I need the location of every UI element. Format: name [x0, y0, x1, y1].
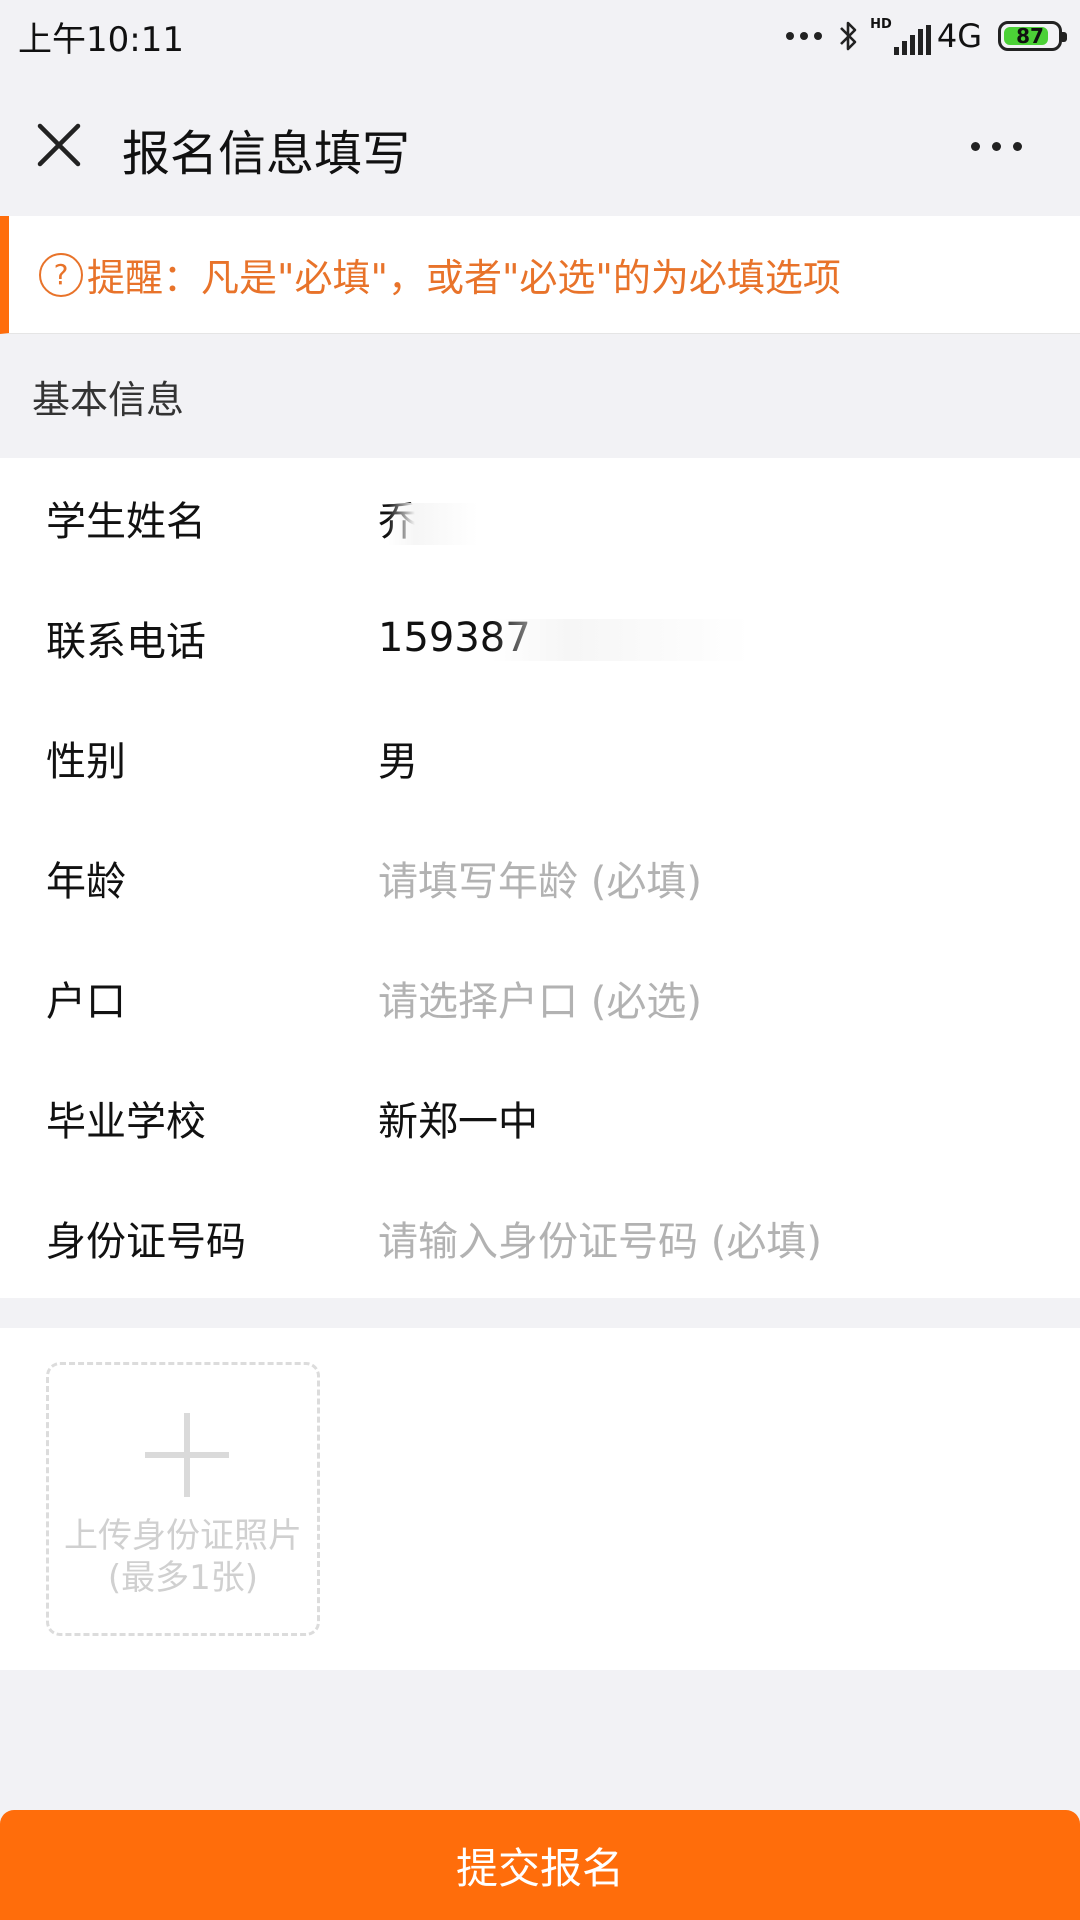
- nav-bar: 报名信息填写: [0, 72, 1080, 216]
- network-type: 4G: [936, 17, 982, 55]
- question-icon: ?: [39, 252, 83, 297]
- basic-info-form: 学生姓名 乔 联系电话 159387 性别 男 年龄 请填写年龄 (必填) 户口…: [0, 458, 1080, 1298]
- field-label: 身份证号码: [46, 1219, 246, 1265]
- field-label: 年龄: [46, 859, 126, 905]
- student-name-input[interactable]: 乔: [378, 489, 478, 547]
- submit-button[interactable]: 提交报名: [0, 1810, 1080, 1920]
- form-row-phone[interactable]: 联系电话 159387: [0, 578, 1080, 698]
- notice-text: 提醒：凡是"必填"，或者"必选"的为必填选项: [87, 256, 841, 300]
- school-input[interactable]: 新郑一中: [378, 1089, 538, 1147]
- upload-section: 上传身份证照片 (最多1张): [0, 1328, 1080, 1670]
- upload-label: 上传身份证照片 (最多1张): [49, 1515, 317, 1599]
- battery-icon: 87: [998, 21, 1067, 51]
- battery-level: 87: [1016, 24, 1044, 48]
- form-row-gender[interactable]: 性别 男: [0, 698, 1080, 818]
- close-icon[interactable]: [36, 122, 82, 168]
- network-indicator: HD 4G: [870, 17, 982, 55]
- status-icons: HD 4G 87: [786, 17, 1067, 55]
- status-bar: 上午10:11 HD 4G 87: [0, 0, 1080, 72]
- upload-id-photo-button[interactable]: 上传身份证照片 (最多1张): [46, 1362, 320, 1636]
- more-icon[interactable]: [971, 142, 1022, 151]
- bluetooth-icon: [840, 21, 857, 51]
- form-row-student-name[interactable]: 学生姓名 乔: [0, 458, 1080, 578]
- form-row-age[interactable]: 年龄 请填写年龄 (必填): [0, 818, 1080, 938]
- form-row-hukou[interactable]: 户口 请选择户口 (必选): [0, 938, 1080, 1058]
- signal-icon: [893, 25, 931, 55]
- upload-label-line1: 上传身份证照片: [64, 1516, 302, 1556]
- field-label: 毕业学校: [46, 1099, 206, 1145]
- upload-label-line2: (最多1张): [107, 1558, 259, 1598]
- section-title: 基本信息: [0, 334, 1080, 458]
- field-label: 户口: [46, 979, 126, 1025]
- plus-icon: [145, 1413, 229, 1497]
- field-label: 学生姓名: [46, 499, 206, 545]
- required-notice: ? 提醒：凡是"必填"，或者"必选"的为必填选项: [0, 216, 1080, 334]
- id-number-input[interactable]: 请输入身份证号码 (必填): [378, 1209, 822, 1267]
- age-input[interactable]: 请填写年龄 (必填): [378, 849, 702, 907]
- status-time: 上午10:11: [18, 19, 184, 60]
- gender-select[interactable]: 男: [378, 729, 418, 787]
- phone-input[interactable]: 159387: [378, 615, 751, 661]
- notification-dots-icon: [786, 32, 823, 40]
- hukou-select[interactable]: 请选择户口 (必选): [378, 969, 702, 1027]
- form-row-id-number[interactable]: 身份证号码 请输入身份证号码 (必填): [0, 1178, 1080, 1298]
- hd-badge: HD: [870, 17, 892, 32]
- field-label: 联系电话: [46, 619, 206, 665]
- field-label: 性别: [46, 739, 126, 785]
- page-title: 报名信息填写: [122, 126, 411, 182]
- form-row-school[interactable]: 毕业学校 新郑一中: [0, 1058, 1080, 1178]
